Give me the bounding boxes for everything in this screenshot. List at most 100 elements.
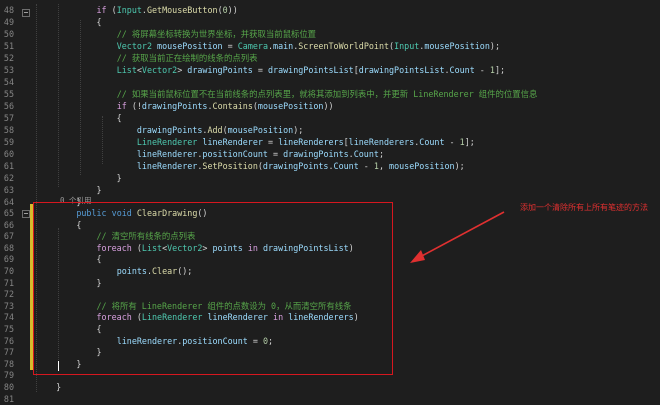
line-number: 73 [3, 300, 14, 311]
code-token: lineRenderer [136, 161, 198, 171]
code-token: drawingPoints [187, 65, 253, 75]
code-token: } [36, 382, 62, 392]
code-token: } [36, 173, 122, 183]
code-token: , [378, 161, 390, 171]
indent-guide [102, 116, 103, 164]
code-editor[interactable]: 48 if (Input.GetMouseButton(0)) 49 {50 //… [0, 0, 660, 404]
line-number: 81 [3, 393, 14, 404]
line-number: 54 [3, 77, 14, 87]
line-number: 57 [3, 113, 14, 123]
code-token: = [267, 149, 284, 159]
code-token: Count [419, 137, 445, 147]
code-line[interactable]: // 获取当前正在绘制的线条的点列表 [36, 52, 258, 64]
code-token: ); [293, 125, 304, 135]
fold-collapse-icon[interactable] [22, 9, 30, 17]
line-number: 51 [3, 41, 14, 51]
code-line[interactable]: drawingPoints.Add(mousePosition); [36, 124, 303, 136]
code-token: lineRenderer [202, 137, 263, 147]
code-token: drawingPoints [283, 149, 349, 159]
code-token: = [222, 41, 238, 51]
code-line[interactable]: // 将屏幕坐标转换为世界坐标，并获取当前鼠标位置 [36, 28, 316, 40]
code-token: lineRenderers [348, 137, 415, 147]
code-token: ( [106, 5, 117, 15]
line-number: 59 [3, 137, 14, 147]
code-line[interactable]: } [36, 172, 122, 184]
code-token: // 如果当前鼠标位置不在当前线条的点列表里，就将其添加到列表中，并更新 Lin… [116, 89, 538, 99]
code-token: Count [333, 161, 359, 171]
line-number: 55 [3, 89, 14, 99]
indent-guide [80, 20, 81, 175]
code-token: ]; [494, 65, 506, 75]
code-token: Contains [212, 101, 253, 111]
code-line[interactable]: Vector2 mousePosition = Camera.main.Scre… [36, 40, 500, 52]
code-token: = [252, 65, 268, 75]
code-line[interactable]: } [36, 184, 102, 196]
code-token: lineRenderers [278, 137, 344, 147]
code-line[interactable]: lineRenderer.positionCount = drawingPoin… [36, 148, 384, 160]
code-token: drawingPointsList [358, 65, 445, 75]
code-token: drawingPoints [262, 161, 329, 171]
line-number: 52 [3, 53, 14, 63]
code-token: Vector2 [116, 41, 152, 51]
code-token: SetPosition [202, 161, 258, 171]
highlight-box [33, 202, 393, 375]
code-token: Count [353, 149, 379, 159]
code-token: GetMouseButton [146, 5, 218, 15]
code-token: )) [323, 101, 334, 111]
line-number: 71 [3, 277, 14, 288]
line-number: 66 [3, 219, 14, 230]
code-line[interactable]: { [36, 112, 122, 124]
line-number: 76 [3, 335, 14, 346]
code-line[interactable]: // 如果当前鼠标位置不在当前线条的点列表里，就将其添加到列表中，并更新 Lin… [36, 88, 538, 100]
code-token: { [36, 113, 122, 123]
code-token: mousePosition [257, 101, 324, 111]
code-line[interactable]: List<Vector2> drawingPoints = drawingPoi… [36, 64, 505, 76]
line-number: 63 [3, 185, 14, 195]
code-token: - [444, 137, 460, 147]
annotation-label: 添加一个清除所有上所有笔迹的方法 [520, 203, 648, 212]
line-number: 75 [3, 324, 14, 334]
line-number: 67 [3, 231, 14, 242]
code-token: mousePosition [389, 161, 455, 171]
code-line[interactable]: { [36, 16, 102, 28]
line-number: 60 [3, 149, 14, 159]
code-line[interactable]: } [36, 381, 61, 393]
line-number: 48 [3, 5, 14, 15]
code-token: )) [227, 5, 238, 15]
line-number: 78 [3, 358, 14, 369]
code-token: main [273, 41, 294, 51]
code-token: Count [449, 65, 475, 75]
code-token: ); [454, 161, 465, 171]
code-token: - [474, 65, 490, 75]
code-line[interactable]: lineRenderer.SetPosition(drawingPoints.C… [36, 160, 465, 172]
code-token: drawingPoints [136, 125, 203, 135]
fold-collapse-icon[interactable] [22, 210, 30, 218]
line-number: 69 [3, 254, 14, 265]
code-token: Vector2 [141, 65, 178, 75]
code-token: mousePosition [227, 125, 294, 135]
code-token: // 将屏幕坐标转换为世界坐标，并获取当前鼠标位置 [116, 29, 317, 39]
line-number: 56 [3, 101, 14, 111]
line-number: 80 [3, 382, 14, 392]
code-token: = [262, 137, 279, 147]
code-token: LineRenderer [136, 137, 198, 147]
code-token: mousePosition [157, 41, 223, 51]
code-token: (! [126, 101, 142, 111]
line-number: 53 [3, 65, 14, 75]
code-line[interactable]: if (Input.GetMouseButton(0)) [36, 4, 238, 16]
code-token: List [116, 65, 137, 75]
code-token: Input [394, 41, 420, 51]
code-token: ]; [464, 137, 475, 147]
line-number: 72 [3, 289, 14, 300]
code-token: Input [116, 5, 142, 15]
code-token: ; [378, 149, 384, 159]
line-number: 50 [3, 29, 14, 39]
